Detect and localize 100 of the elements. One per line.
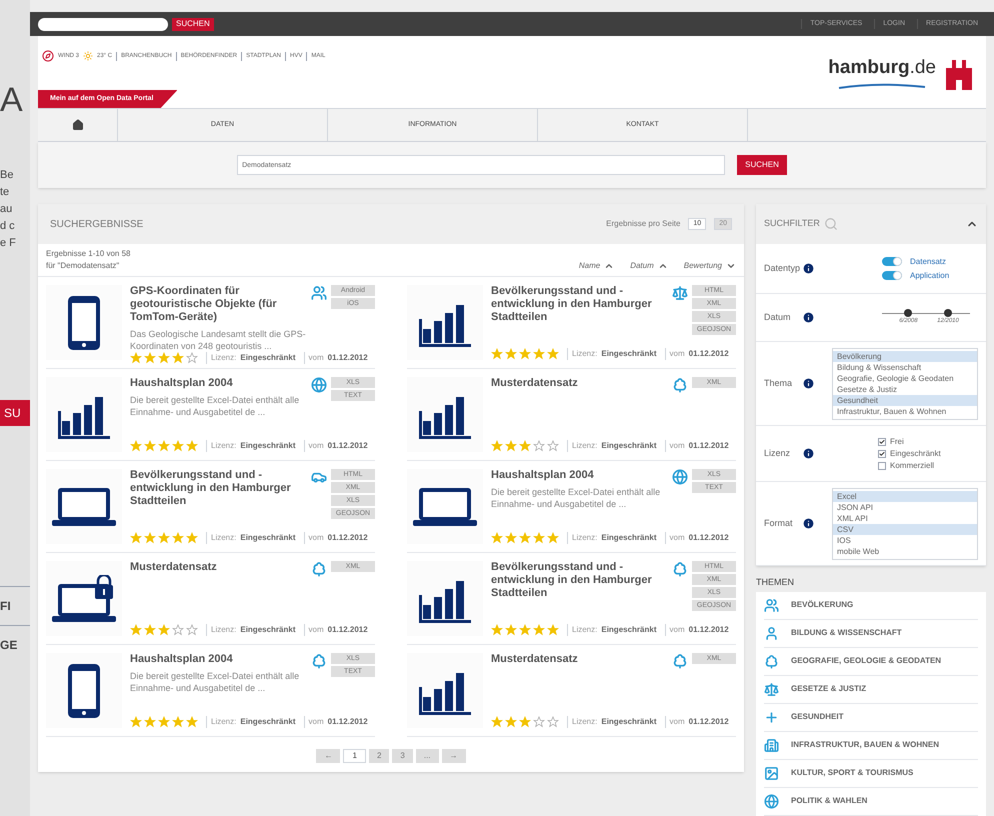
date-label: vom bbox=[664, 716, 685, 728]
date-label: vom bbox=[304, 352, 324, 364]
result-title[interactable]: Musterdatensatz bbox=[491, 377, 668, 390]
page-button[interactable]: 1 bbox=[343, 749, 366, 763]
page-button[interactable]: ← bbox=[316, 749, 340, 763]
globe-icon bbox=[764, 794, 779, 808]
checkbox[interactable] bbox=[878, 438, 886, 446]
filled-star-icon bbox=[491, 348, 503, 360]
slider-thumb[interactable] bbox=[944, 308, 952, 316]
date-value: 01.12.2012 bbox=[328, 624, 368, 636]
date-label: vom bbox=[304, 716, 324, 728]
theme-link[interactable]: KULTUR, SPORT & TOURISMUS bbox=[764, 760, 978, 788]
license-label: Lizenz: bbox=[206, 440, 236, 452]
laptop-icon bbox=[51, 486, 117, 526]
result-title[interactable]: Haushaltsplan 2004 bbox=[130, 653, 307, 666]
checkbox[interactable] bbox=[878, 462, 886, 470]
filled-star-icon bbox=[158, 532, 170, 544]
result-count: Ergebnisse 1-10 von 58 bbox=[46, 248, 132, 260]
toggle-switch[interactable] bbox=[882, 271, 902, 280]
info-icon[interactable] bbox=[802, 517, 815, 530]
theme-label: BEVÖLKERUNG bbox=[791, 599, 854, 611]
tree-icon bbox=[311, 561, 327, 577]
result-title[interactable]: Haushaltsplan 2004 bbox=[130, 377, 307, 390]
filled-star-icon bbox=[505, 716, 517, 728]
list-option[interactable]: XML API bbox=[833, 512, 977, 524]
filter-label: Datum bbox=[764, 310, 792, 324]
filter-label: Thema bbox=[764, 376, 794, 390]
panel-title: SUCHERGEBNISSE bbox=[50, 218, 144, 232]
list-option[interactable]: Bildung & Wissenschaft bbox=[833, 362, 977, 372]
filled-star-icon bbox=[158, 440, 170, 452]
checkbox[interactable] bbox=[878, 450, 886, 458]
theme-link[interactable]: INFRASTRUKTUR, BAUEN & WOHNEN bbox=[764, 732, 978, 760]
page-button[interactable]: → bbox=[442, 749, 466, 763]
search-button[interactable]: SUCHEN bbox=[737, 155, 787, 175]
search-icon bbox=[824, 217, 838, 231]
date-value: 01.12.2012 bbox=[688, 716, 729, 728]
result-title[interactable]: Bevölkerungsstand und -entwicklung in den Hamburger Stadtteilen bbox=[491, 285, 668, 324]
text-line: au bbox=[0, 202, 14, 216]
list-option[interactable]: Geografie, Geologie & Geodaten bbox=[833, 372, 977, 384]
sort-button[interactable]: Datum bbox=[630, 260, 668, 272]
list-option[interactable]: Bevölkerung bbox=[833, 350, 977, 362]
list-option[interactable]: IOS bbox=[833, 534, 977, 546]
range-slider[interactable] bbox=[882, 308, 970, 316]
theme-link[interactable]: GESUNDHEIT bbox=[764, 704, 978, 732]
date-value: 01.12.2012 bbox=[688, 440, 729, 452]
search-button[interactable]: SU bbox=[0, 400, 30, 426]
list-option[interactable]: mobile Web bbox=[833, 546, 977, 556]
list-option[interactable]: JSON API bbox=[833, 502, 977, 512]
theme-link[interactable]: POLITIK & WAHLEN bbox=[764, 788, 978, 816]
result-description: Die bereit gestellte Excel-Datei enthält alle Einnahme- und Ausgabetitel de ... bbox=[491, 486, 662, 510]
date-label: vom bbox=[664, 348, 685, 360]
date-value: 01.12.2012 bbox=[328, 716, 368, 728]
info-icon[interactable] bbox=[802, 447, 815, 460]
result-title[interactable]: Musterdatensatz bbox=[130, 561, 307, 574]
theme-link[interactable]: BILDUNG & WISSENSCHAFT bbox=[764, 620, 978, 648]
list-box[interactable]: Excel JSON API XML API CSV IOS mobile Web bbox=[832, 488, 978, 560]
toggle-label: Application bbox=[910, 270, 950, 282]
list-box[interactable]: Bevölkerung Bildung & Wissenschaft Geografie, Geologie & Geodaten Gesetze & Justiz Gesundheit Infrastruktur, Bauen & Wohnen bbox=[832, 348, 978, 420]
result-title[interactable]: Musterdatensatz bbox=[491, 653, 668, 666]
sort-button[interactable]: Name bbox=[578, 260, 614, 272]
text-line: d c bbox=[0, 219, 16, 233]
per-page-label: Ergebnisse pro Seite bbox=[606, 218, 680, 230]
info-icon[interactable] bbox=[802, 311, 815, 324]
result-title[interactable]: Bevölkerungsstand und -entwicklung in den Hamburger Stadtteilen bbox=[130, 469, 307, 508]
list-option[interactable]: Infrastruktur, Bauen & Wohnen bbox=[833, 406, 977, 416]
theme-link[interactable]: GEOGRAFIE, GEOLOGIE & GEODATEN bbox=[764, 648, 978, 676]
page-button[interactable]: ... bbox=[416, 749, 439, 763]
result-title[interactable]: GPS-Koordinaten für geotouristische Objekte (für TomTom-Geräte) bbox=[130, 285, 307, 324]
home-icon[interactable] bbox=[72, 119, 84, 131]
result-title[interactable]: Haushaltsplan 2004 bbox=[491, 469, 668, 482]
checkbox-label: Eingeschränkt bbox=[890, 448, 941, 460]
list-option[interactable]: CSV bbox=[833, 524, 977, 534]
theme-link[interactable]: BEVÖLKERUNG bbox=[764, 592, 978, 620]
page-button[interactable]: 3 bbox=[392, 749, 413, 763]
list-option[interactable]: Excel bbox=[833, 490, 977, 502]
theme-label: BILDUNG & WISSENSCHAFT bbox=[791, 627, 902, 639]
date-label: vom bbox=[304, 624, 324, 636]
theme-link[interactable]: GESETZE & JUSTIZ bbox=[764, 676, 978, 704]
license-label: Lizenz: bbox=[567, 440, 598, 452]
license-label: Lizenz: bbox=[567, 532, 598, 544]
license-value: Eingeschränkt bbox=[601, 624, 656, 636]
page-button[interactable]: 2 bbox=[368, 749, 390, 763]
filled-star-icon bbox=[519, 624, 531, 636]
license-label: Lizenz: bbox=[206, 352, 236, 364]
toggle-switch[interactable] bbox=[882, 257, 902, 266]
search-field[interactable] bbox=[38, 18, 168, 30]
slider-thumb[interactable] bbox=[904, 308, 912, 316]
page-heading: A bbox=[0, 80, 24, 120]
person-icon bbox=[764, 626, 779, 640]
search-button[interactable]: SUCHEN bbox=[172, 18, 214, 30]
list-option[interactable]: Gesetze & Justiz bbox=[833, 384, 977, 394]
filled-star-icon bbox=[491, 532, 503, 544]
tree-icon bbox=[764, 654, 779, 668]
result-title[interactable]: Bevölkerungsstand und -entwicklung in den Hamburger Stadtteilen bbox=[491, 561, 668, 600]
sort-button[interactable]: Bewertung bbox=[684, 260, 736, 272]
site-logo[interactable]: hamburg.de bbox=[828, 54, 936, 82]
info-icon[interactable] bbox=[802, 262, 815, 275]
info-icon[interactable] bbox=[802, 377, 815, 390]
list-option[interactable]: Gesundheit bbox=[833, 394, 977, 406]
tree-icon bbox=[672, 561, 688, 577]
